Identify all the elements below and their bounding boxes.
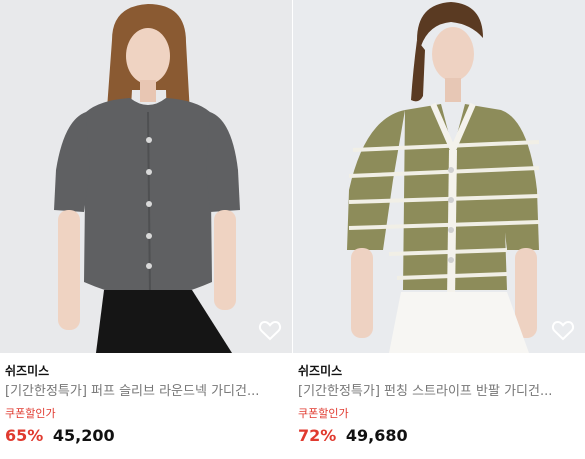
sale-price: 45,200 bbox=[52, 426, 115, 445]
sale-price: 49,680 bbox=[345, 426, 408, 445]
product-card[interactable]: 쉬즈미스 [기간한정특가] 퍼프 슬리브 라운드넥 가디건... 쿠폰할인가 6… bbox=[0, 0, 292, 459]
product-card[interactable]: 쉬즈미스 [기간한정특가] 펀칭 스트라이프 반팔 가디건... 쿠폰할인가 7… bbox=[293, 0, 585, 459]
price-row: 65% 45,200 bbox=[5, 426, 292, 446]
heart-outline-icon[interactable] bbox=[551, 319, 575, 341]
product-brand[interactable]: 쉬즈미스 bbox=[298, 363, 585, 379]
heart-outline-icon[interactable] bbox=[258, 319, 282, 341]
product-title[interactable]: [기간한정특가] 펀칭 스트라이프 반팔 가디건... bbox=[298, 384, 578, 400]
coupon-label: 쿠폰할인가 bbox=[298, 407, 349, 420]
coupon-label: 쿠폰할인가 bbox=[5, 407, 56, 420]
product-image[interactable] bbox=[293, 0, 585, 353]
product-title[interactable]: [기간한정특가] 퍼프 슬리브 라운드넥 가디건... bbox=[5, 384, 285, 400]
product-grid: 쉬즈미스 [기간한정특가] 퍼프 슬리브 라운드넥 가디건... 쿠폰할인가 6… bbox=[0, 0, 585, 459]
price-row: 72% 49,680 bbox=[298, 426, 585, 446]
product-image[interactable] bbox=[0, 0, 292, 353]
discount-rate: 65% bbox=[5, 426, 44, 445]
discount-rate: 72% bbox=[298, 426, 337, 445]
product-brand[interactable]: 쉬즈미스 bbox=[5, 363, 292, 379]
